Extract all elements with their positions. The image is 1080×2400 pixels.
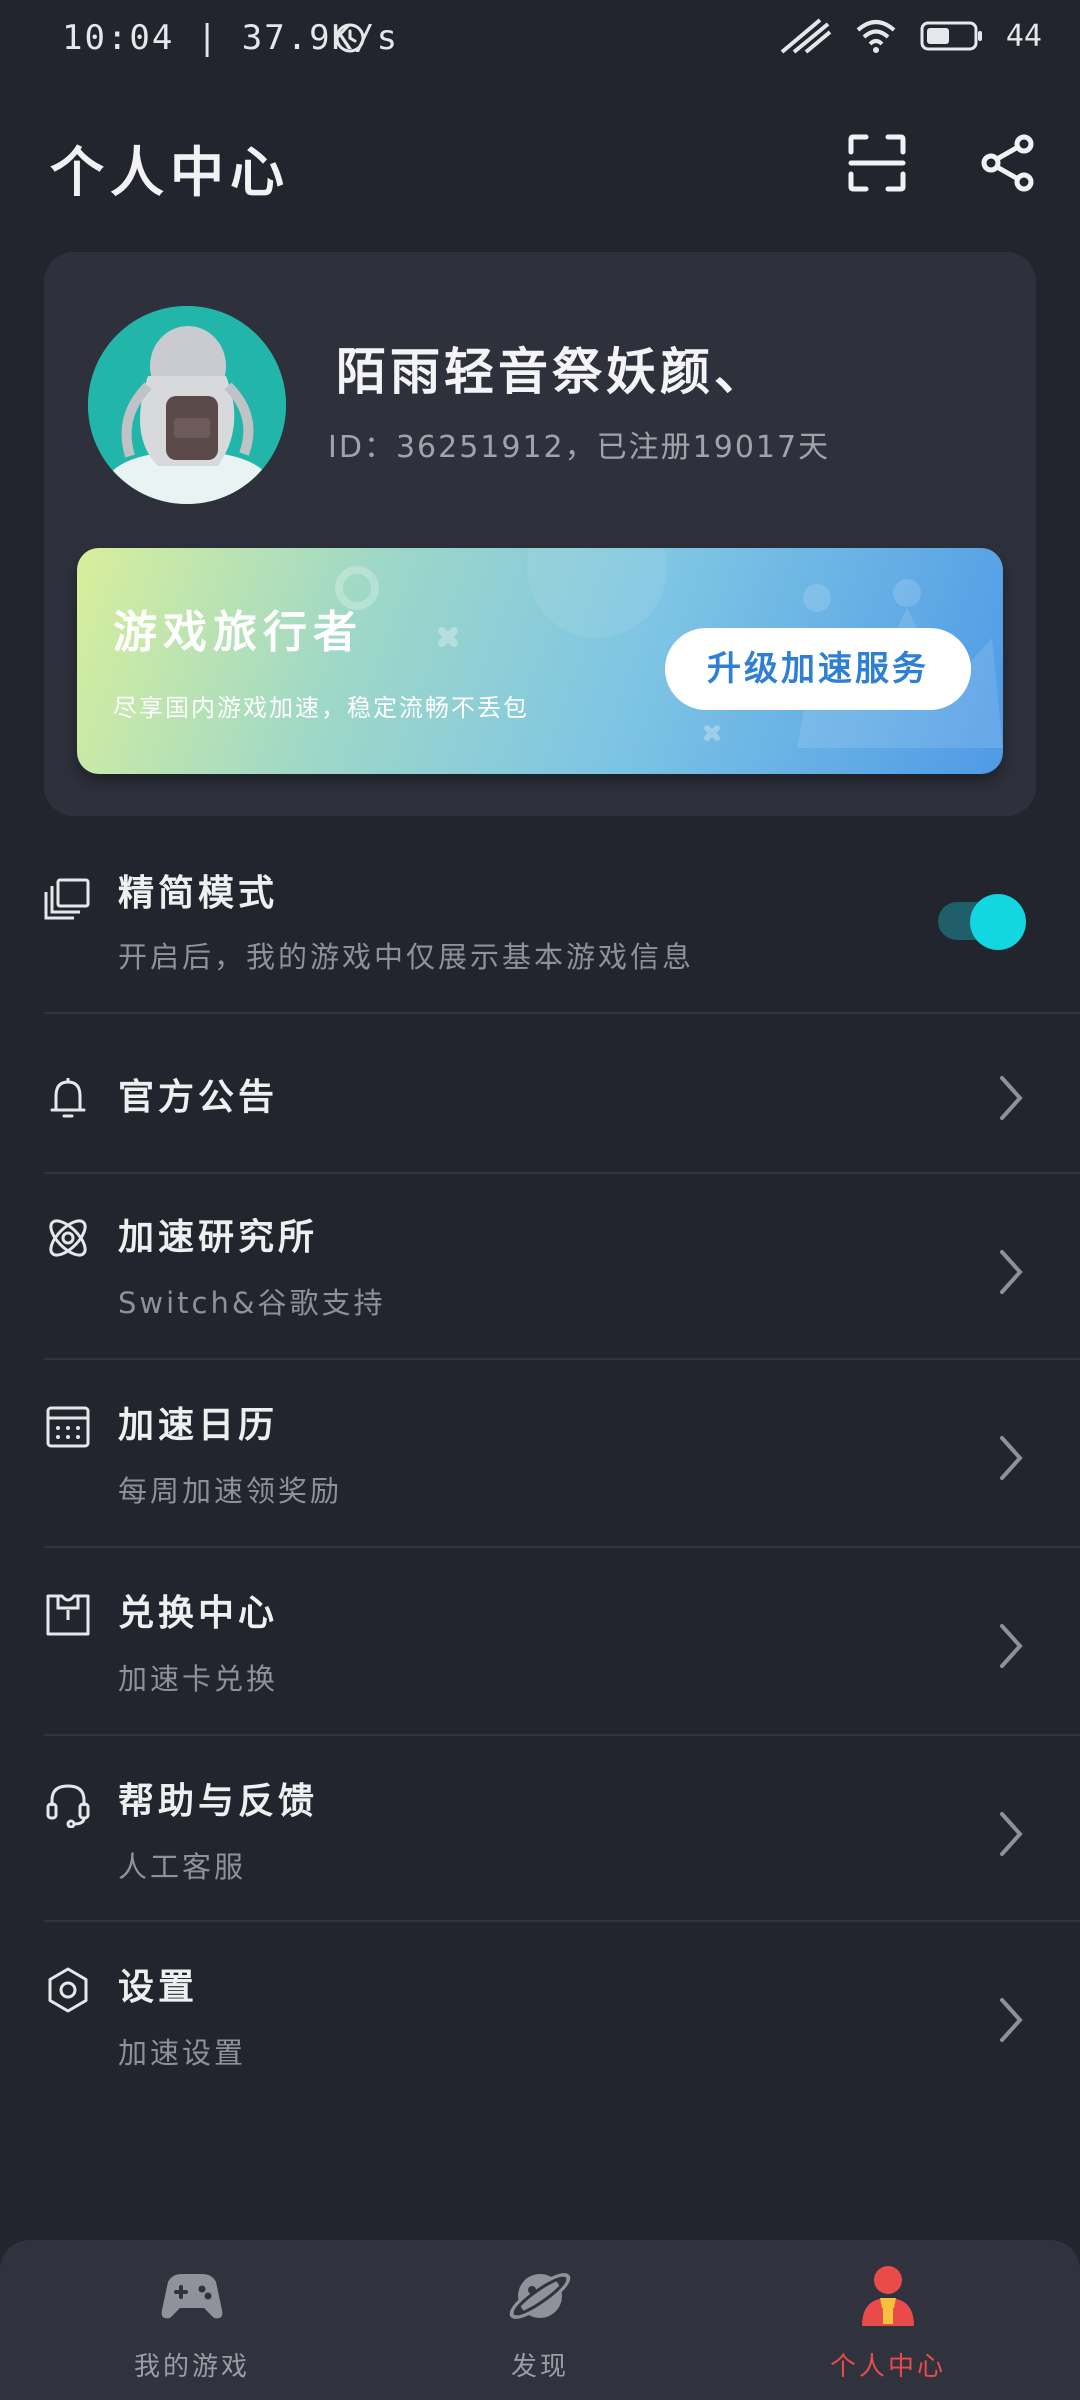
battery-percent: 44 [1005,18,1042,54]
signal-icon [780,18,832,54]
alarm-clock-icon [335,23,365,53]
divider [44,1172,1080,1174]
menu-label: 设置 [118,1967,199,2008]
battery-icon [920,21,982,51]
bell-icon [50,1078,86,1118]
menu-label: 加速日历 [118,1405,279,1446]
atom-icon [49,1219,87,1257]
layers-icon [44,878,90,920]
simple-mode-toggle[interactable] [938,894,1026,950]
page-header: 个人中心 [0,110,1080,210]
avatar-illustration [88,306,286,504]
menu-sub: Switch&谷歌支持 [118,1286,386,1320]
chevron-right-icon [1000,1624,1023,1668]
menu-item-redeem[interactable]: 兑换中心 加速卡兑换 [0,1584,1080,1734]
headset-icon [46,1784,90,1828]
chevron-right-icon [1000,1076,1023,1120]
divider [44,1358,1080,1360]
menu-item-help[interactable]: 帮助与反馈 人工客服 [0,1772,1080,1922]
simple-mode-sub: 开启后，我的游戏中仅展示基本游戏信息 [118,940,695,974]
menu-item-speed-lab[interactable]: 加速研究所 Switch&谷歌支持 [0,1208,1080,1358]
nav-label: 个人中心 [829,2352,946,2382]
divider [44,1012,1080,1014]
toggle-knob [970,894,1026,950]
nav-tab-discover[interactable]: 发现 [430,2262,650,2392]
nav-label: 我的游戏 [133,2352,250,2382]
wifi-icon [856,20,896,53]
chevron-right-icon [1000,1436,1023,1480]
avatar[interactable] [88,306,286,504]
nav-tab-my-games[interactable]: 我的游戏 [82,2262,302,2392]
page-title: 个人中心 [50,141,290,204]
menu-sub: 加速卡兑换 [118,1662,279,1696]
divider [44,1734,1080,1736]
chevron-right-icon [1000,1250,1023,1294]
calendar-icon [46,1406,90,1448]
user-icon [862,2266,914,2326]
bottom-nav: 我的游戏 发现 个人中心 [0,2240,1080,2400]
planet-icon [509,2273,571,2319]
simple-mode-row: 精简模式 开启后，我的游戏中仅展示基本游戏信息 [0,860,1080,1010]
menu-item-announcements[interactable]: 官方公告 [0,1060,1080,1160]
status-bar: 10:04 | 37.9K/s 44 [0,0,1080,80]
vip-subtitle: 尽享国内游戏加速，稳定流畅不丢包 [113,694,529,722]
menu-sub: 每周加速领奖励 [118,1474,343,1508]
simple-mode-label: 精简模式 [118,873,279,914]
nav-label: 发现 [510,2352,569,2382]
menu-sub: 加速设置 [118,2036,247,2070]
scan-icon[interactable] [848,134,906,192]
nav-tab-profile[interactable]: 个人中心 [778,2262,998,2392]
chevron-right-icon [1000,1812,1023,1856]
share-icon[interactable] [980,134,1036,192]
divider [44,1920,1080,1922]
menu-label: 官方公告 [118,1077,279,1118]
profile-card: 陌雨轻音祭妖颜、 ID：36251912，已注册19017天 游戏旅行者 尽享国… [44,252,1036,816]
vip-banner[interactable]: 游戏旅行者 尽享国内游戏加速，稳定流畅不丢包 升级加速服务 [77,548,1003,774]
user-id-line: ID：36251912，已注册19017天 [328,430,831,465]
menu-sub: 人工客服 [118,1850,247,1884]
menu-label: 兑换中心 [118,1593,279,1634]
menu-label: 加速研究所 [118,1217,319,1258]
settings-icon [48,1967,88,2013]
gamepad-icon [161,2274,223,2319]
menu-label: 帮助与反馈 [118,1781,319,1822]
shirt-icon [46,1594,90,1636]
username: 陌雨轻音祭妖颜、 [336,343,768,401]
menu-item-calendar[interactable]: 加速日历 每周加速领奖励 [0,1396,1080,1546]
chevron-right-icon [1000,1998,1023,2042]
upgrade-button[interactable]: 升级加速服务 [665,628,971,710]
menu-item-settings[interactable]: 设置 加速设置 [0,1958,1080,2108]
vip-title: 游戏旅行者 [113,607,363,658]
divider [44,1546,1080,1548]
